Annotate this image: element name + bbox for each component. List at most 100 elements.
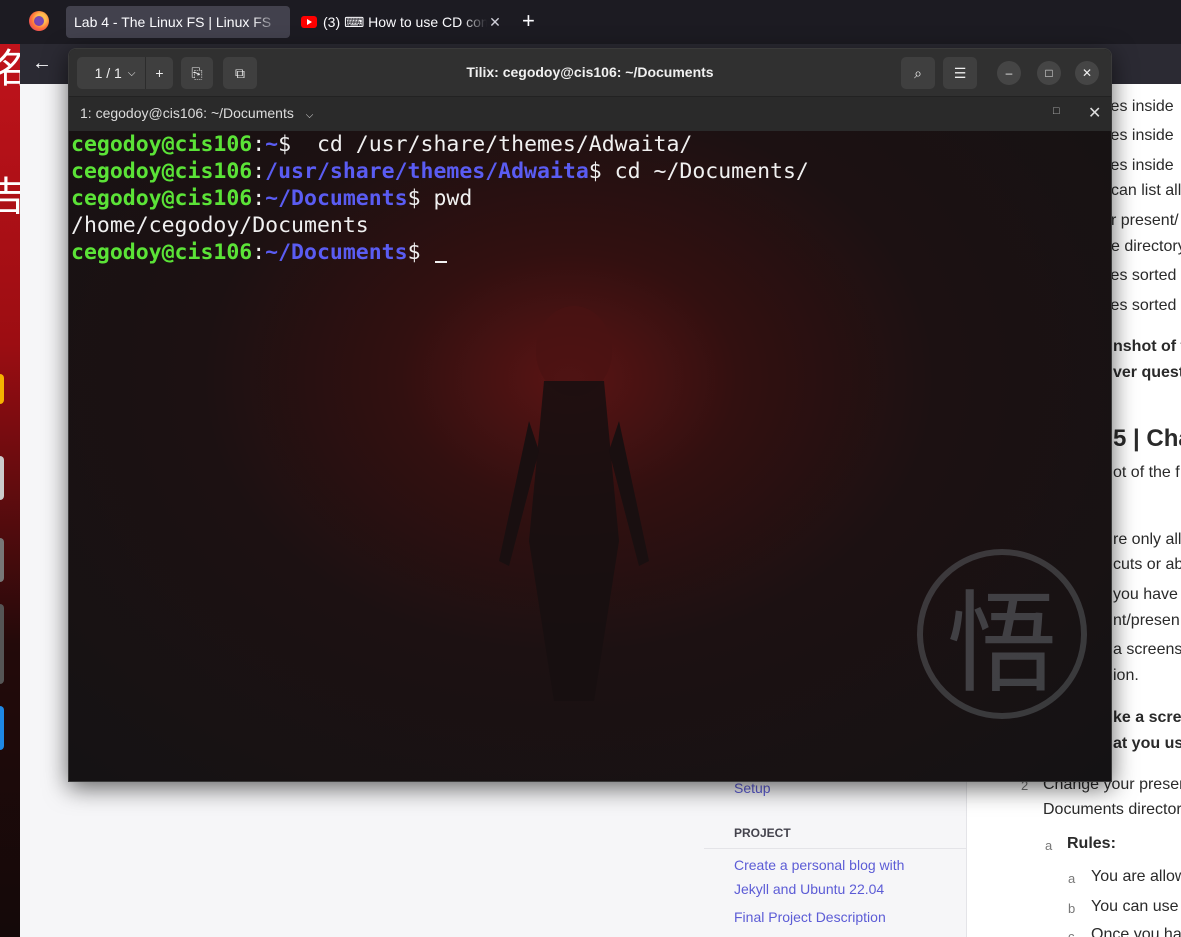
- terminal-title: 1: cegodoy@cis106: ~/Documents: [80, 105, 294, 121]
- content-line: Once you have: [1091, 926, 1181, 937]
- wallpaper-decoration: 洺: [0, 44, 20, 94]
- page-sidebar-nav: Setup PROJECT Create a personal blog wit…: [704, 774, 966, 929]
- sync-icon: ⧉: [235, 64, 245, 81]
- command-output: /home/cegodoy/Documents: [71, 213, 369, 238]
- content-line: You are allowed: [1091, 868, 1181, 885]
- browser-tab-youtube[interactable]: (3) ⌨ How to use CD comm ✕: [293, 6, 511, 38]
- sidebar-toggle-button[interactable]: ⎘: [181, 57, 213, 89]
- tilix-window[interactable]: 1 / 1 ⌵ + ⎘ ⧉ Tilix: cegodoy@cis106: ~/D…: [68, 48, 1112, 782]
- chevron-down-icon: ⌵: [305, 110, 314, 121]
- back-arrow-icon[interactable]: ←: [32, 52, 52, 74]
- tab-label: Lab 4 - The Linux FS | Linux FS: [74, 14, 272, 30]
- terminal-line: /home/cegodoy/Documents: [71, 212, 809, 239]
- sidebar-icon: ⎘: [191, 64, 203, 81]
- dock-app-icon[interactable]: [0, 604, 4, 684]
- close-tab-icon[interactable]: ✕: [487, 14, 503, 31]
- prompt-path: ~/Documents: [265, 186, 408, 211]
- command-text: [421, 240, 434, 265]
- plus-icon: +: [155, 65, 164, 81]
- search-button[interactable]: ⌕: [901, 57, 935, 89]
- list-marker: b: [1068, 901, 1076, 916]
- youtube-icon: [301, 16, 317, 28]
- command-text: pwd: [420, 186, 473, 211]
- terminal-title-menu[interactable]: 1: cegodoy@cis106: ~/Documents ⌵: [80, 105, 313, 121]
- content-line: r present/: [1111, 212, 1179, 229]
- close-window-button[interactable]: ✕: [1075, 61, 1099, 85]
- wallpaper-seal: 悟: [917, 549, 1087, 719]
- content-line: nt/presen: [1113, 612, 1180, 629]
- content-line: les sorted: [1107, 297, 1177, 314]
- list-marker: a: [1045, 838, 1053, 853]
- content-line: You can use sho: [1091, 898, 1181, 915]
- desktop-wallpaper-strip: 洺 吉: [0, 44, 20, 937]
- content-line: nshot of t: [1113, 338, 1181, 355]
- menu-button[interactable]: ☰: [943, 57, 977, 89]
- content-line: a screensh: [1113, 641, 1181, 658]
- search-icon: ⌕: [914, 64, 922, 81]
- content-line: ot of the f: [1113, 464, 1180, 481]
- content-line: ke a scree: [1113, 709, 1181, 726]
- dock-app-icon[interactable]: [0, 374, 4, 404]
- tilix-header-bar[interactable]: 1 / 1 ⌵ + ⎘ ⧉ Tilix: cegodoy@cis106: ~/D…: [69, 49, 1111, 97]
- prompt-path: ~: [265, 132, 279, 157]
- maximize-button[interactable]: □: [1037, 61, 1061, 85]
- prompt-user: cegodoy@cis106: [71, 240, 253, 265]
- content-line: les sorted: [1107, 267, 1177, 284]
- sync-input-button[interactable]: ⧉: [223, 57, 257, 89]
- text-cursor: [435, 261, 448, 263]
- list-marker: c: [1068, 929, 1075, 937]
- firefox-logo-icon[interactable]: [29, 11, 49, 31]
- terminal-line: cegodoy@cis106:~$ cd /usr/share/themes/A…: [71, 132, 693, 157]
- dock-app-icon[interactable]: [0, 456, 4, 500]
- command-text: cd /usr/share/themes/Adwaita/: [291, 132, 693, 157]
- close-icon: ✕: [1081, 66, 1093, 80]
- session-counter: 1 / 1: [94, 65, 122, 81]
- content-line: les inside: [1107, 98, 1174, 115]
- dock-app-icon[interactable]: [0, 706, 4, 750]
- chevron-down-icon: ⌵: [127, 67, 136, 79]
- nav-link-blog[interactable]: Create a personal blog with Jekyll and U…: [704, 853, 934, 901]
- new-tab-button[interactable]: +: [522, 10, 535, 32]
- tab-label: (3) ⌨ How to use CD comm: [323, 13, 487, 30]
- prompt-path: /usr/share/themes/Adwaita: [265, 159, 589, 184]
- terminal-line: cegodoy@cis106:/usr/share/themes/Adwaita…: [71, 159, 809, 184]
- content-line: les inside: [1107, 127, 1174, 144]
- session-switcher-button[interactable]: 1 / 1 ⌵: [77, 57, 153, 89]
- section-heading: 5 | Cha: [1113, 425, 1181, 452]
- content-line: ver questi: [1113, 364, 1181, 381]
- content-line: e directory: [1111, 238, 1181, 255]
- prompt-user: cegodoy@cis106: [71, 132, 253, 157]
- content-line: Rules:: [1067, 835, 1116, 852]
- terminal-line: cegodoy@cis106:~/Documents$ pwd: [71, 186, 473, 211]
- content-line: can list all: [1111, 182, 1181, 199]
- maximize-icon: □: [1045, 66, 1053, 80]
- minimize-button[interactable]: –: [997, 61, 1021, 85]
- content-line: cuts or abs: [1113, 556, 1181, 573]
- nav-link-final-project[interactable]: Final Project Description: [704, 905, 966, 929]
- nav-heading-project: PROJECT: [704, 816, 966, 849]
- minimize-icon: –: [1005, 66, 1013, 80]
- content-line: ion.: [1113, 667, 1139, 684]
- add-session-button[interactable]: +: [145, 57, 173, 89]
- browser-tab-strip: Lab 4 - The Linux FS | Linux FS (3) ⌨ Ho…: [0, 0, 1181, 44]
- browser-tab-lab4[interactable]: Lab 4 - The Linux FS | Linux FS: [66, 6, 290, 38]
- terminal-title-bar[interactable]: 1: cegodoy@cis106: ~/Documents ⌵ □ ✕: [69, 97, 1111, 131]
- prompt-user: cegodoy@cis106: [71, 159, 253, 184]
- content-line: re only all: [1113, 531, 1181, 548]
- prompt-path: ~/Documents: [265, 240, 408, 265]
- prompt-user: cegodoy@cis106: [71, 186, 253, 211]
- maximize-terminal-icon[interactable]: □: [1053, 105, 1060, 117]
- hamburger-menu-icon: ☰: [953, 64, 967, 81]
- wallpaper-figure: [499, 306, 649, 701]
- terminal-view[interactable]: 悟 cegodoy@cis106:~$ cd /usr/share/themes…: [69, 131, 1111, 781]
- content-line: les inside: [1107, 157, 1174, 174]
- close-terminal-icon[interactable]: ✕: [1088, 103, 1101, 123]
- dock-app-icon[interactable]: [0, 538, 4, 582]
- content-line: you have: [1113, 586, 1178, 603]
- terminal-line: cegodoy@cis106:~/Documents$: [71, 239, 809, 266]
- command-text: cd ~/Documents/: [601, 159, 809, 184]
- content-line: at you use: [1113, 735, 1181, 752]
- wallpaper-decoration: 吉: [0, 164, 20, 222]
- terminal-output: cegodoy@cis106:~$ cd /usr/share/themes/A…: [71, 131, 809, 266]
- content-line: Documents directory.: [1043, 801, 1181, 818]
